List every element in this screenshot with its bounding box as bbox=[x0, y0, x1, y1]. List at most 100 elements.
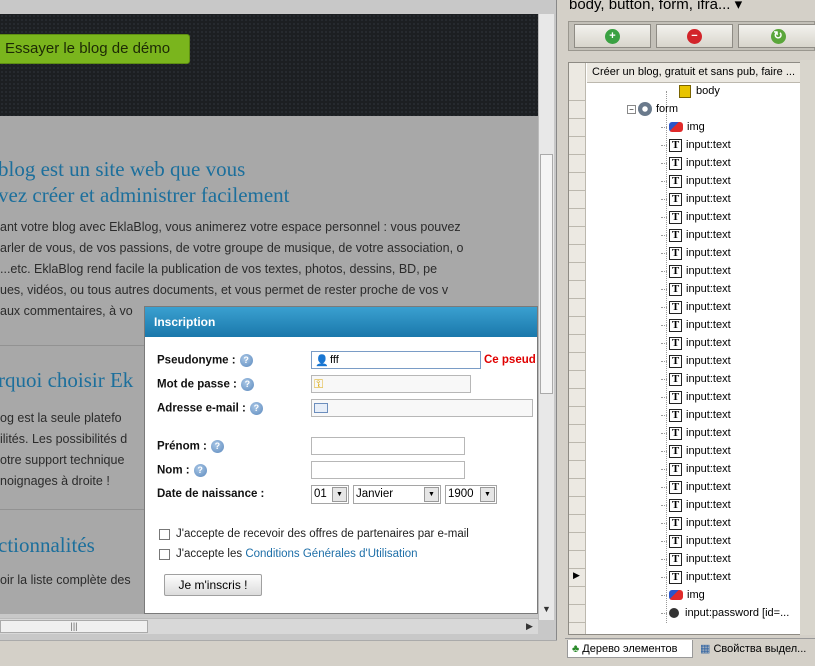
text-input-icon: T bbox=[669, 372, 682, 386]
tree-node-form[interactable]: − form bbox=[627, 100, 678, 118]
tab-element-tree[interactable]: ♣ Дерево элементов bbox=[567, 640, 693, 658]
tree-node-input-text[interactable]: Tinput:text bbox=[661, 280, 731, 298]
tree-node-input-text[interactable]: Tinput:text bbox=[661, 424, 731, 442]
tree-connector bbox=[661, 360, 667, 362]
tree-node-input-text[interactable]: Tinput:text bbox=[661, 352, 731, 370]
email-input[interactable] bbox=[311, 399, 533, 417]
tree-node-input-text[interactable]: Tinput:text bbox=[661, 532, 731, 550]
text-input-icon: T bbox=[669, 156, 682, 170]
tree-connector bbox=[661, 450, 667, 452]
text-input-icon: T bbox=[669, 444, 682, 458]
firstname-input[interactable] bbox=[311, 437, 465, 455]
tree-node-img[interactable]: img bbox=[661, 118, 705, 136]
tree-node-label: input:text bbox=[686, 445, 731, 457]
partner-offers-checkbox[interactable] bbox=[159, 529, 170, 540]
firstname-label: Prénom :? bbox=[157, 440, 224, 453]
tree-node-input-text[interactable]: Tinput:text bbox=[661, 478, 731, 496]
refresh-button[interactable]: ↻ bbox=[738, 24, 815, 48]
tree-node-input-text[interactable]: Tinput:text bbox=[661, 496, 731, 514]
password-input[interactable]: ⚿ bbox=[311, 375, 471, 393]
text-input-icon: T bbox=[669, 264, 682, 278]
terms-label: J'accepte les Conditions Générales d'Uti… bbox=[176, 548, 418, 560]
scroll-down-arrow-icon[interactable]: ▼ bbox=[542, 604, 551, 614]
tree-node-label: img bbox=[687, 121, 705, 133]
tree-node-input-text[interactable]: Tinput:text bbox=[661, 316, 731, 334]
tree-node-input-password[interactable]: input:password [id=... bbox=[661, 604, 789, 622]
tree-node-input-text[interactable]: Tinput:text bbox=[661, 172, 731, 190]
name-input[interactable] bbox=[311, 461, 465, 479]
scrollbar-thumb[interactable] bbox=[540, 154, 553, 394]
tree-node-label: input:text bbox=[686, 211, 731, 223]
chevron-down-icon: ▼ bbox=[424, 487, 439, 502]
collapse-icon[interactable]: − bbox=[627, 104, 636, 114]
scroll-right-arrow-icon[interactable]: ▶ bbox=[526, 621, 533, 632]
tree-node-label: input:text bbox=[686, 499, 731, 511]
tree-connector bbox=[661, 162, 667, 164]
tree-node-label: input:text bbox=[686, 463, 731, 475]
tree-node-input-text[interactable]: Tinput:text bbox=[661, 154, 731, 172]
terms-link[interactable]: Conditions Générales d'Utilisation bbox=[245, 548, 417, 560]
pseudonyme-input[interactable]: 👤 fff bbox=[311, 351, 481, 369]
scrollbar-thumb[interactable]: ||| bbox=[0, 620, 148, 633]
vertical-scrollbar[interactable]: ▼ bbox=[538, 14, 554, 620]
text-input-icon: T bbox=[669, 516, 682, 530]
tree-node-label: input:text bbox=[686, 427, 731, 439]
text-input-icon: T bbox=[669, 552, 682, 566]
tree-node-input-text[interactable]: Tinput:text bbox=[661, 136, 731, 154]
gutter-cell bbox=[569, 443, 585, 461]
plus-icon: + bbox=[605, 29, 620, 45]
help-icon[interactable]: ? bbox=[193, 464, 207, 477]
tree-node-input-text[interactable]: Tinput:text bbox=[661, 370, 731, 388]
element-tree: Créer un blog, gratuit et sans pub, fair… bbox=[568, 62, 815, 635]
gutter-cell bbox=[569, 461, 585, 479]
help-icon[interactable]: ? bbox=[239, 354, 253, 367]
text-input-icon: T bbox=[669, 426, 682, 440]
help-icon[interactable]: ? bbox=[249, 402, 263, 415]
add-button[interactable]: + bbox=[574, 24, 651, 48]
tree-node-input-text[interactable]: Tinput:text bbox=[661, 226, 731, 244]
tree-node-img[interactable]: img bbox=[661, 586, 705, 604]
tree-node-input-text[interactable]: Tinput:text bbox=[661, 208, 731, 226]
tree-node-input-text[interactable]: Tinput:text bbox=[661, 244, 731, 262]
tree-node-label: input:text bbox=[686, 283, 731, 295]
tree-node-input-text[interactable]: Tinput:text bbox=[661, 334, 731, 352]
tree-node-input-text[interactable]: Tinput:text bbox=[661, 298, 731, 316]
help-icon[interactable]: ? bbox=[210, 440, 224, 453]
day-select[interactable]: 01 ▼ bbox=[311, 485, 349, 504]
terms-checkbox[interactable] bbox=[159, 549, 170, 560]
tree-node-input-text[interactable]: Tinput:text bbox=[661, 568, 731, 586]
tree-scrollbar[interactable] bbox=[800, 60, 815, 635]
email-label: Adresse e-mail :? bbox=[157, 402, 263, 415]
tree-node-input-text[interactable]: Tinput:text bbox=[661, 388, 731, 406]
table-icon: ▦ bbox=[700, 643, 711, 655]
paragraph-line: oir la liste complète des bbox=[0, 573, 131, 587]
year-select[interactable]: 1900 ▼ bbox=[445, 485, 497, 504]
expand-arrow-icon[interactable]: ▶ bbox=[573, 570, 580, 581]
tree-node-input-text[interactable]: Tinput:text bbox=[661, 442, 731, 460]
name-label: Nom :? bbox=[157, 464, 207, 477]
tab-properties[interactable]: ▦ Свойства выдел... bbox=[696, 640, 815, 658]
birthdate-label: Date de naissance : bbox=[157, 488, 265, 500]
tree-node-input-text[interactable]: Tinput:text bbox=[661, 406, 731, 424]
register-button[interactable]: Je m'inscris ! bbox=[164, 574, 262, 596]
try-demo-button[interactable]: Essayer le blog de démo bbox=[0, 34, 190, 64]
gutter-cell bbox=[569, 173, 585, 191]
tree-node-input-text[interactable]: Tinput:text bbox=[661, 460, 731, 478]
tree-header: Créer un blog, gratuit et sans pub, fair… bbox=[587, 63, 814, 83]
tree-connector bbox=[661, 324, 667, 326]
tree-node-input-text[interactable]: Tinput:text bbox=[661, 550, 731, 568]
remove-button[interactable]: − bbox=[656, 24, 733, 48]
help-icon[interactable]: ? bbox=[240, 378, 254, 391]
text-input-icon: T bbox=[669, 318, 682, 332]
chevron-down-icon: ▼ bbox=[332, 487, 347, 502]
tree-node-label: input:text bbox=[686, 157, 731, 169]
month-select[interactable]: Janvier ▼ bbox=[353, 485, 441, 504]
selector-dropdown[interactable]: body, button, form, ifra... ▾ bbox=[569, 0, 815, 13]
gutter-cell bbox=[569, 389, 585, 407]
tree-node-body[interactable]: body bbox=[679, 82, 720, 100]
tree-node-input-text[interactable]: Tinput:text bbox=[661, 262, 731, 280]
tree-node-input-text[interactable]: Tinput:text bbox=[661, 514, 731, 532]
tree-node-input-text[interactable]: Tinput:text bbox=[661, 190, 731, 208]
horizontal-scrollbar[interactable]: ||| ▶ bbox=[0, 618, 538, 634]
gutter-cell bbox=[569, 479, 585, 497]
